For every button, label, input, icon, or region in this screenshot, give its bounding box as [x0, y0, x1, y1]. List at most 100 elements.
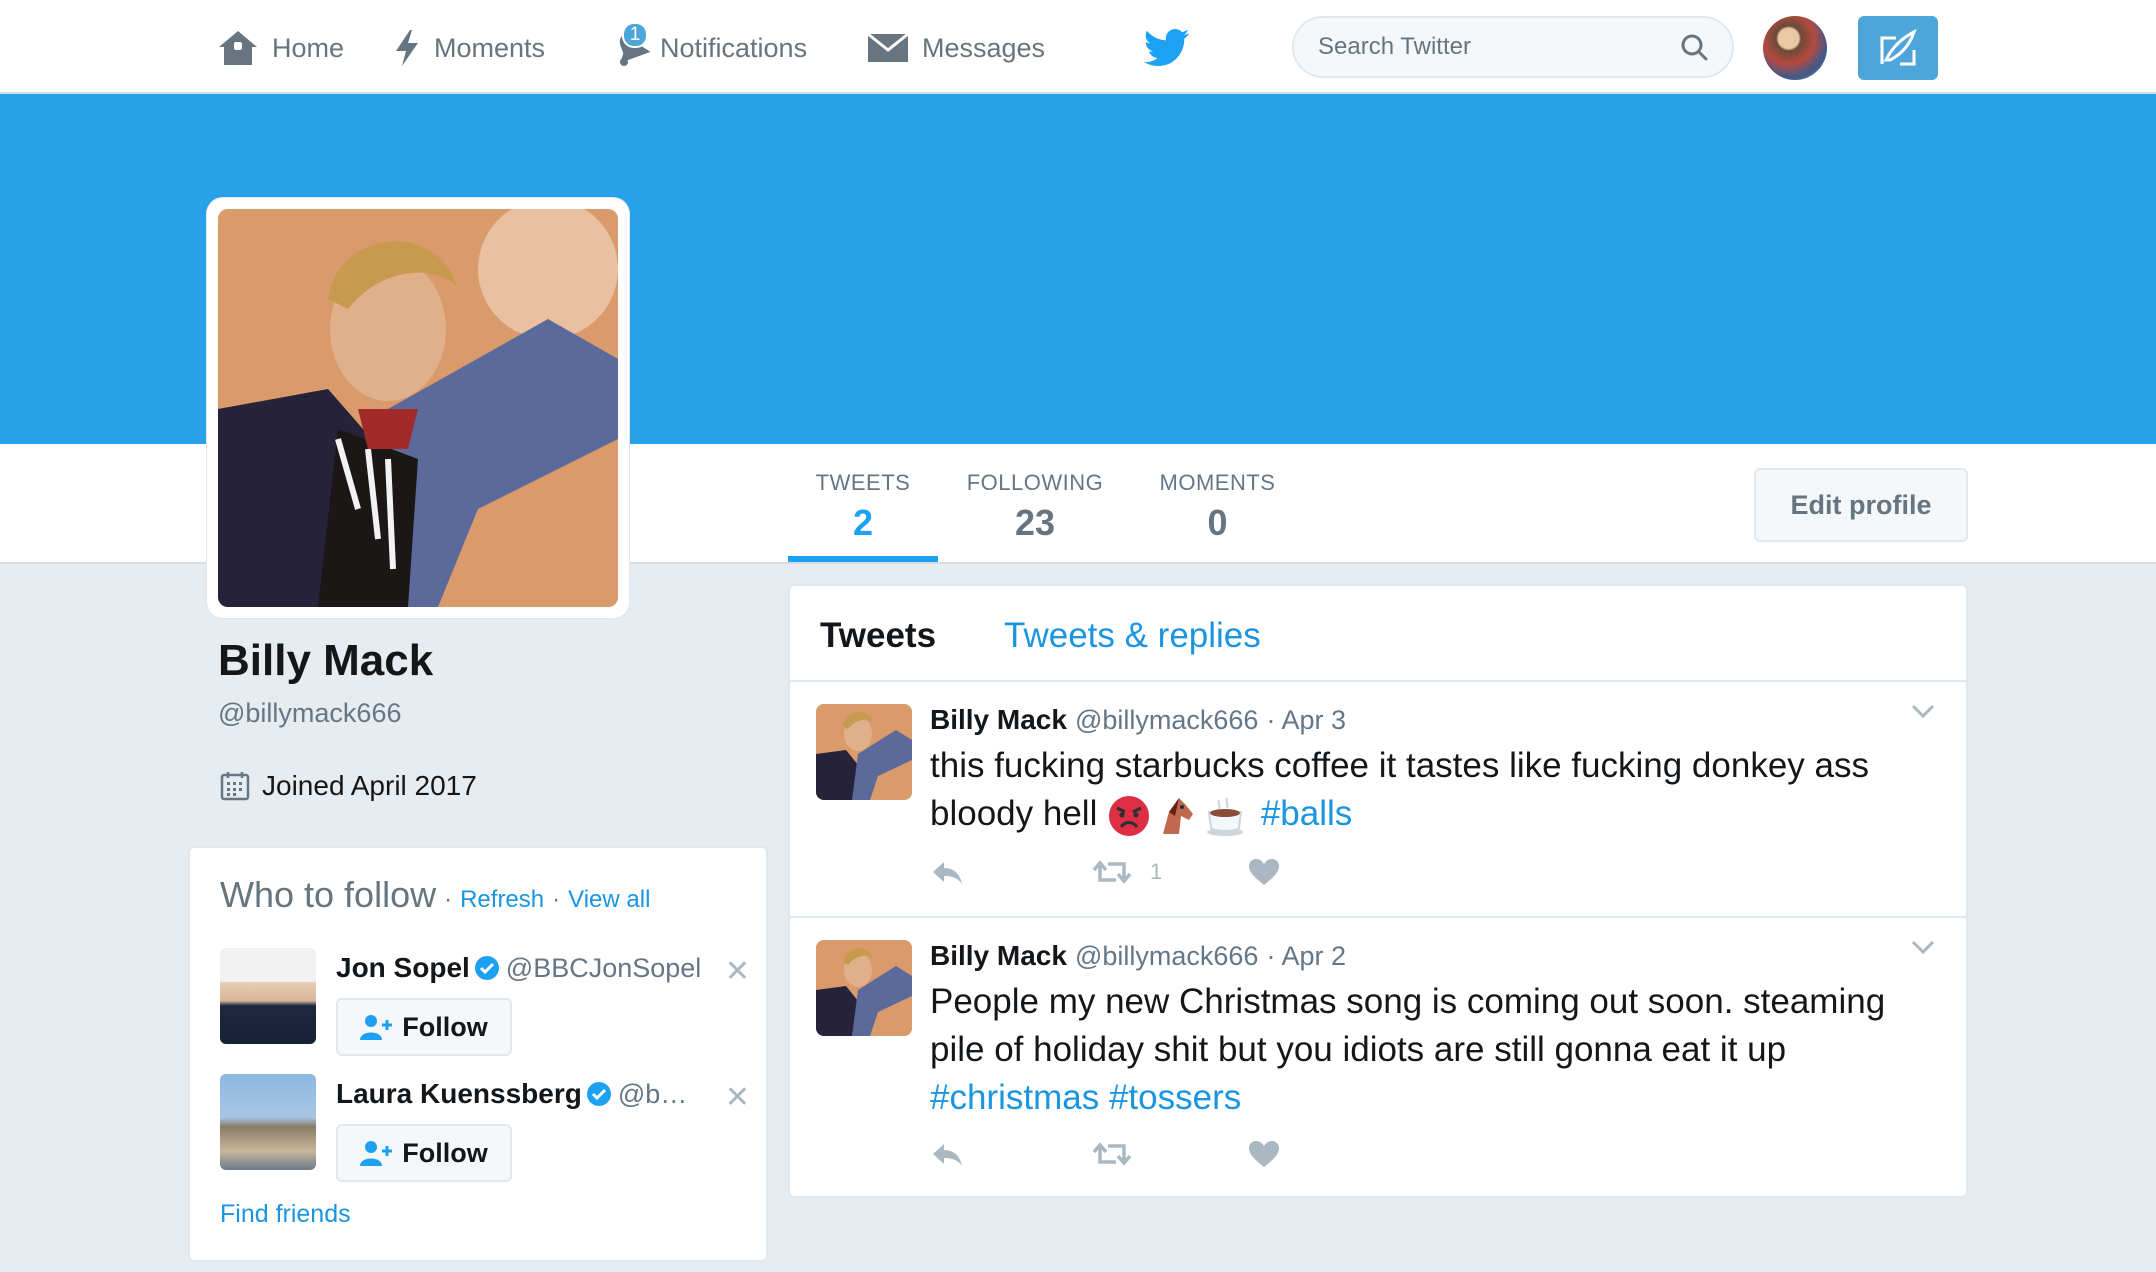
tweet-timestamp[interactable]: · Apr 2 — [1266, 941, 1346, 972]
tweet-body: People my new Christmas song is coming o… — [930, 982, 1886, 1069]
compose-quill-icon — [1880, 29, 1917, 66]
reply-icon — [933, 1144, 962, 1166]
timeline: Tweets Tweets & replies Billy Mack @bill… — [788, 584, 1968, 1198]
follow-button[interactable]: Follow — [336, 1124, 512, 1182]
chevron-down-icon[interactable] — [1910, 702, 1936, 720]
who-to-follow-header: Who to follow · Refresh · View all — [220, 874, 650, 916]
suggestion-handle: @BBCJonSopel — [505, 952, 702, 983]
joined-date: Joined April 2017 — [220, 770, 477, 802]
nav-moments-link[interactable]: Moments — [392, 24, 545, 72]
reply-button[interactable] — [930, 858, 966, 886]
tweet[interactable]: Billy Mack @billymack666 · Apr 2 People … — [790, 918, 1966, 1196]
nav-notifications-link[interactable]: 1 Notifications — [610, 22, 808, 72]
tweet-actions — [930, 1140, 1279, 1168]
compose-tweet-button[interactable] — [1858, 16, 1938, 80]
search-icon[interactable] — [1680, 33, 1708, 61]
stat-following-tab[interactable]: FOLLOWING 23 — [955, 444, 1115, 562]
tweet-text: this fucking starbucks coffee it tastes … — [930, 742, 1930, 838]
retweet-button[interactable] — [1092, 1140, 1132, 1168]
angry-face-emoji-icon — [1109, 795, 1150, 836]
stat-moments-label: MOMENTS — [1159, 470, 1276, 495]
profile-photo-illustration — [218, 209, 618, 607]
tweet-timestamp[interactable]: · Apr 3 — [1266, 705, 1346, 736]
view-all-link[interactable]: View all — [568, 886, 650, 914]
retweet-icon — [1092, 860, 1132, 884]
follow-suggestion: Jon Sopel @BBCJonSopel ✕ Follow — [220, 948, 760, 1056]
find-friends-link[interactable]: Find friends — [220, 1200, 351, 1229]
suggestion-avatar[interactable] — [220, 948, 316, 1044]
dismiss-close-icon[interactable]: ✕ — [725, 1080, 750, 1115]
retweet-button[interactable]: 1 — [1092, 858, 1162, 886]
search-input[interactable] — [1318, 33, 1680, 61]
profile-avatar[interactable] — [218, 209, 618, 607]
tweet-author-handle: @billymack666 — [1074, 941, 1259, 971]
nav-notifications-label: Notifications — [660, 32, 808, 63]
lightning-icon — [396, 30, 418, 66]
profile-avatar-frame — [207, 198, 629, 618]
profile-handle: @billymack666 — [218, 698, 402, 728]
add-user-icon — [360, 1141, 393, 1166]
nav-moments-label: Moments — [434, 32, 546, 63]
hashtag-link[interactable]: #balls — [1261, 794, 1352, 833]
follow-suggestion: Laura Kuenssberg @b… ✕ Follow — [220, 1074, 760, 1182]
add-user-icon — [360, 1015, 393, 1040]
who-to-follow-module: Who to follow · Refresh · View all Jon S… — [188, 846, 768, 1262]
avatar-photo — [816, 704, 912, 800]
notification-count-badge: 1 — [622, 22, 648, 48]
refresh-link[interactable]: Refresh — [460, 886, 544, 914]
tweet[interactable]: Billy Mack @billymack666 · Apr 3 this fu… — [790, 682, 1966, 918]
follow-button-label: Follow — [402, 1011, 488, 1042]
who-to-follow-title: Who to follow — [220, 874, 437, 915]
user-avatar-menu[interactable] — [1763, 16, 1827, 80]
twitter-bird-icon[interactable] — [1144, 28, 1190, 68]
envelope-icon — [867, 32, 909, 62]
stat-following-value: 23 — [1014, 502, 1056, 543]
home-icon — [219, 31, 257, 65]
hot-beverage-emoji-icon — [1207, 797, 1244, 836]
separator-dot: · — [444, 886, 453, 913]
suggestion-handle: @b… — [617, 1078, 688, 1109]
stat-moments-tab[interactable]: MOMENTS 0 — [1150, 444, 1285, 562]
tab-tweets[interactable]: Tweets — [820, 616, 936, 656]
like-button[interactable] — [1248, 1140, 1280, 1168]
like-button[interactable] — [1248, 858, 1280, 886]
chevron-down-icon[interactable] — [1910, 938, 1936, 956]
search-box[interactable] — [1292, 16, 1734, 78]
stat-tweets-value: 2 — [852, 502, 874, 543]
tweet-author-name[interactable]: Billy Mack — [930, 940, 1067, 972]
hashtag-link[interactable]: #tossers — [1109, 1078, 1241, 1117]
verified-badge-icon — [586, 1082, 611, 1106]
top-navigation-bar: Home Moments 1 Notifications Messages — [0, 0, 2156, 94]
joined-date-text: Joined April 2017 — [262, 770, 477, 801]
heart-icon — [1249, 859, 1279, 885]
heart-icon — [1249, 1141, 1279, 1167]
edit-profile-button[interactable]: Edit profile — [1754, 468, 1968, 542]
reply-icon — [933, 862, 962, 884]
follow-button[interactable]: Follow — [336, 998, 512, 1056]
tweet-author-avatar[interactable] — [816, 704, 912, 800]
calendar-icon — [220, 772, 250, 801]
tweet-actions: 1 — [930, 858, 1279, 886]
tweet-text: People my new Christmas song is coming o… — [930, 978, 1930, 1122]
tweet-body: this fucking starbucks coffee it tastes … — [930, 746, 1869, 833]
suggestion-name[interactable]: Jon Sopel — [336, 952, 470, 984]
retweet-count: 1 — [1150, 859, 1163, 884]
separator-dot: · — [552, 886, 561, 913]
stat-following-label: FOLLOWING — [966, 470, 1104, 495]
tweet-author-avatar[interactable] — [816, 940, 912, 1036]
suggestion-avatar[interactable] — [220, 1074, 316, 1170]
stat-moments-value: 0 — [1207, 502, 1228, 543]
hashtag-link[interactable]: #christmas — [930, 1078, 1099, 1117]
suggestion-name[interactable]: Laura Kuenssberg — [336, 1078, 582, 1110]
nav-messages-link[interactable]: Messages — [866, 24, 1045, 72]
retweet-icon — [1092, 1142, 1132, 1166]
tweet-author-handle: @billymack666 — [1074, 705, 1259, 735]
follow-button-label: Follow — [402, 1137, 488, 1168]
tweet-author-name[interactable]: Billy Mack — [930, 704, 1067, 736]
reply-button[interactable] — [930, 1140, 966, 1168]
tab-tweets-and-replies[interactable]: Tweets & replies — [1004, 616, 1261, 656]
stat-tweets-label: TWEETS — [815, 470, 911, 495]
dismiss-close-icon[interactable]: ✕ — [725, 954, 750, 989]
nav-home-link[interactable]: Home — [216, 24, 344, 72]
stat-tweets-tab[interactable]: TWEETS 2 — [788, 444, 938, 562]
